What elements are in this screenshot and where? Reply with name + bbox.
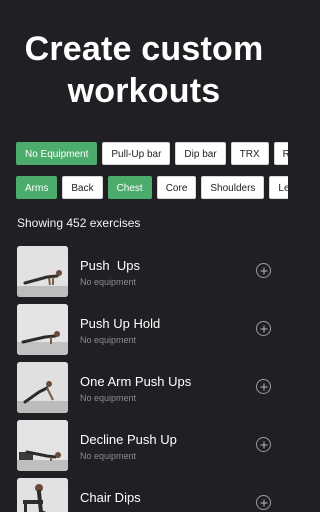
- exercise-thumbnail: [17, 420, 68, 471]
- filter-chip-back[interactable]: Back: [62, 176, 103, 199]
- exercise-thumbnail: [17, 304, 68, 355]
- exercise-row[interactable]: One Arm Push Ups No equipment: [0, 362, 288, 414]
- exercise-row[interactable]: Push Ups No equipment: [0, 246, 288, 298]
- filter-chip-dip-bar[interactable]: Dip bar: [175, 142, 226, 165]
- headline-line-2: workouts: [67, 72, 221, 110]
- exercise-equipment: No equipment: [80, 393, 137, 403]
- headline: Create custom workouts: [0, 28, 288, 112]
- filter-chip-shoulders[interactable]: Shoulders: [201, 176, 265, 199]
- add-exercise-icon[interactable]: [256, 437, 271, 452]
- filter-chip-chest[interactable]: Chest: [107, 176, 152, 199]
- filter-chip-arms[interactable]: Arms: [16, 176, 58, 199]
- exercise-row[interactable]: Decline Push Up No equipment: [0, 420, 288, 472]
- exercise-name: One Arm Push Ups: [80, 374, 192, 389]
- add-exercise-icon[interactable]: [256, 263, 271, 278]
- exercise-name: Decline Push Up: [80, 432, 177, 447]
- filter-chip-pull-up-bar[interactable]: Pull-Up bar: [102, 142, 171, 165]
- exercise-thumbnail: [17, 478, 68, 512]
- exercise-name: Chair Dips: [80, 490, 141, 505]
- filter-chip-no-equipment[interactable]: No Equipment: [16, 142, 98, 165]
- exercise-thumbnail: [17, 246, 68, 297]
- exercise-thumbnail: [17, 362, 68, 413]
- app-screen: Create custom workouts No Equipment Pull…: [0, 0, 288, 512]
- exercise-equipment: No equipment: [80, 451, 137, 461]
- headline-line-1: Create custom: [24, 30, 264, 68]
- equipment-filter-row: No Equipment Pull-Up bar Dip bar TRX Rin: [16, 142, 288, 165]
- exercise-name: Push Ups: [80, 258, 140, 273]
- filter-chip-legs[interactable]: Legs: [269, 176, 288, 199]
- filter-chip-trx[interactable]: TRX: [230, 142, 269, 165]
- add-exercise-icon[interactable]: [256, 321, 271, 336]
- exercise-row[interactable]: Chair Dips: [0, 478, 288, 512]
- muscle-filter-row: Arms Back Chest Core Shoulders Legs: [16, 176, 288, 199]
- exercise-name: Push Up Hold: [80, 316, 161, 331]
- filter-chip-core[interactable]: Core: [156, 176, 197, 199]
- exercise-equipment: No equipment: [80, 335, 137, 345]
- results-count: Showing 452 exercises: [17, 216, 141, 230]
- filter-chip-rings[interactable]: Rin: [273, 142, 288, 165]
- add-exercise-icon[interactable]: [256, 495, 271, 510]
- exercise-equipment: No equipment: [80, 277, 137, 287]
- exercise-row[interactable]: Push Up Hold No equipment: [0, 304, 288, 356]
- add-exercise-icon[interactable]: [256, 379, 271, 394]
